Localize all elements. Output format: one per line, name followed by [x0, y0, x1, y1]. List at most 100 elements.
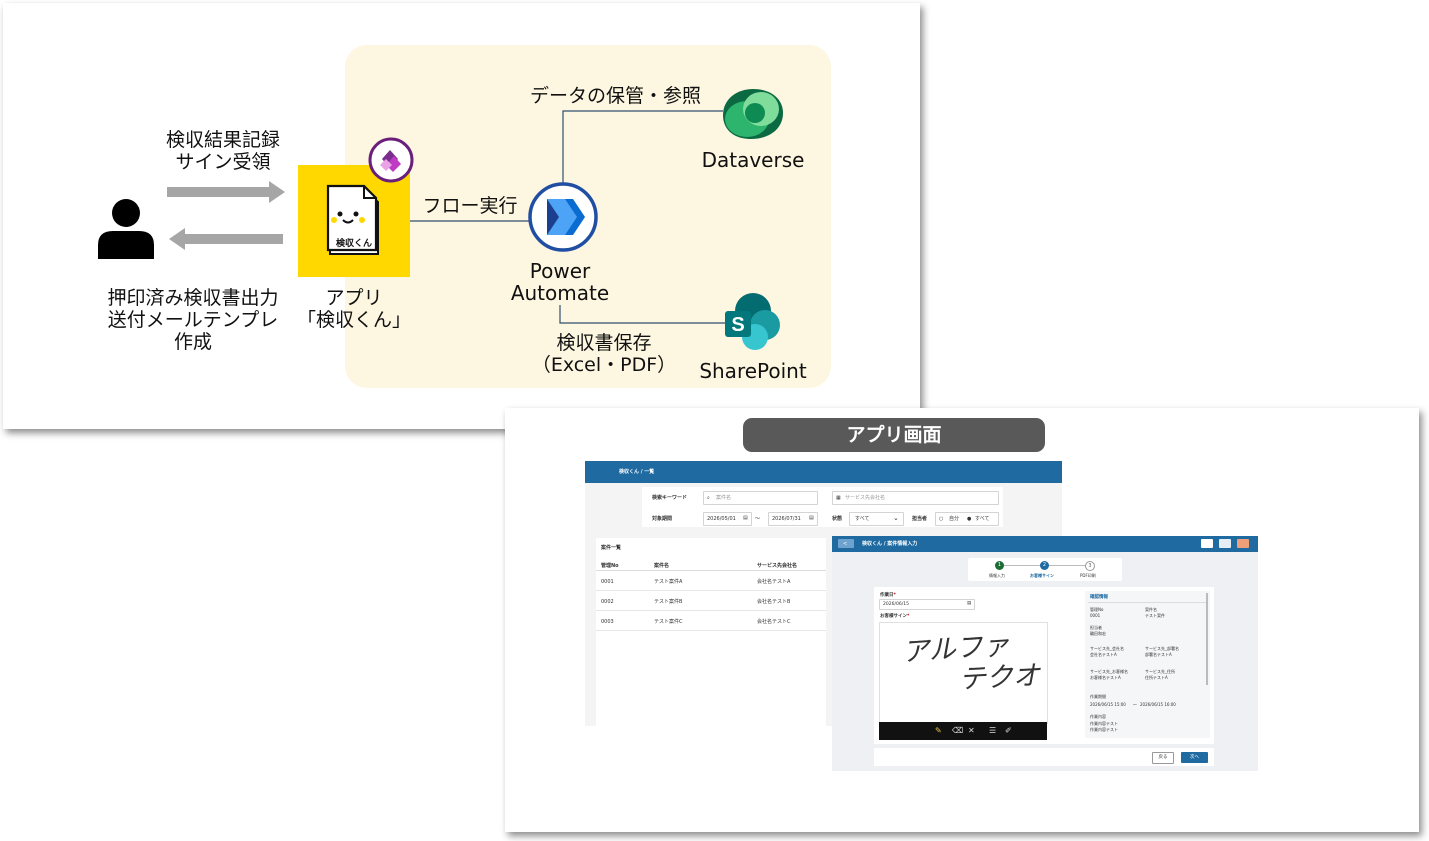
output-arrow: [169, 228, 283, 250]
dataverse-icon: [723, 89, 783, 139]
column-header-no: 管理No: [601, 563, 619, 569]
pen-settings-icon[interactable]: ✐: [1005, 727, 1012, 735]
date-from-input[interactable]: 2026/05/01 ▤: [703, 512, 752, 526]
detail-breadcrumb: 検収くん / 案件情報入力: [862, 541, 918, 547]
keyword-search-input[interactable]: ⌕ 案件名: [703, 491, 818, 505]
info-value: テスト案件: [1145, 613, 1165, 618]
power-automate-label: Power Automate: [510, 259, 610, 305]
info-value: お客様名テストA: [1090, 675, 1121, 680]
table-row[interactable]: 0001 テスト案件A 会社名テストA: [596, 571, 826, 591]
confirm-divider: [1088, 602, 1206, 603]
automate-to-sharepoint-line: [559, 305, 725, 324]
list-header: 検収くん / 一覧: [585, 461, 1062, 483]
cell-case: テスト案件B: [654, 599, 683, 605]
step-1-label: 情報入力: [989, 573, 1005, 578]
search-keyword-label: 検索キーワード: [652, 495, 688, 501]
date-from-value: 2026/05/01: [707, 516, 736, 522]
work-time-tilde: 〜: [1133, 702, 1137, 707]
dataverse-edge-label: データの保管・参照: [530, 85, 702, 107]
delete-icon[interactable]: [1237, 539, 1249, 548]
input-arrow: [167, 181, 285, 203]
confirm-title: 確認情報: [1090, 595, 1108, 600]
table-title: 案件一覧: [601, 545, 622, 551]
work-time-from: 2026/06/15 15:00: [1090, 702, 1126, 707]
next-button[interactable]: 次へ: [1181, 752, 1208, 763]
work-date-input[interactable]: 2026/06/15 ▤: [879, 599, 975, 610]
table-row[interactable]: 0003 テスト案件C 会社名テストC: [596, 611, 826, 631]
cell-company: 会社名テストC: [757, 619, 791, 625]
calendar-icon: ▤: [967, 601, 972, 606]
app-screen-title: アプリ画面: [743, 418, 1045, 452]
owner-label: 担当者: [912, 516, 928, 522]
info-scrollbar[interactable]: [1206, 593, 1208, 685]
calendar-icon: ▤: [809, 515, 814, 521]
period-label: 対象期間: [652, 516, 673, 522]
stepper: 1 2 3 情報入力 お客様サイン PDF印刷: [968, 558, 1122, 581]
line-width-icon[interactable]: ☰: [989, 727, 996, 735]
cell-company: 会社名テストA: [757, 579, 791, 585]
app-icon-text: 検収くん: [335, 239, 372, 249]
cell-no: 0001: [601, 579, 614, 585]
step-1[interactable]: 1: [995, 561, 1004, 570]
save-icon[interactable]: [1201, 539, 1213, 548]
work-time-to: 2026/06/15 16:00: [1140, 702, 1176, 707]
work-time-label: 作業期間: [1090, 694, 1106, 699]
app-screen-panel: アプリ画面 検収くん / 一覧 検索キーワード ⌕ 案件名 ▦ サービス先会社名…: [505, 408, 1419, 832]
edit-icon[interactable]: [1219, 539, 1231, 548]
svg-text:S: S: [731, 314, 744, 336]
user-input-label: 検収結果記録 サイン受領: [165, 129, 280, 173]
back-button[interactable]: 戻る: [1152, 752, 1174, 764]
info-value: 住所テストA: [1145, 675, 1168, 680]
sharepoint-icon: S: [725, 293, 780, 350]
info-value: 0001: [1090, 613, 1101, 618]
status-value: すべて: [855, 516, 870, 522]
owner-toggle[interactable]: ○ 自分 ● すべて: [935, 512, 999, 526]
column-header-case: 案件名: [654, 563, 670, 569]
user-icon: [98, 199, 154, 259]
back-arrow-icon: <: [843, 541, 848, 547]
cell-no: 0002: [601, 599, 614, 605]
signature-handwriting: アルファ テクオ: [901, 629, 1041, 696]
status-select[interactable]: すべて ⌄: [849, 512, 904, 526]
list-breadcrumb: 検収くん / 一覧: [619, 469, 655, 475]
date-tilde: 〜: [755, 516, 761, 522]
date-to-input[interactable]: 2026/07/31 ▤: [768, 512, 818, 526]
cell-company: 会社名テストB: [757, 599, 791, 605]
search-icon: ⌕: [707, 495, 710, 501]
work-date-value: 2026/06/15: [883, 602, 909, 607]
architecture-diagram-panel: 検収結果記録 サイン受領 押印済み検収書出力 送付メールテンプレ 作成 検収くん…: [3, 3, 920, 429]
power-apps-icon: [368, 137, 414, 183]
eraser-icon[interactable]: ⌫: [952, 727, 963, 735]
pen-icon[interactable]: ✎: [935, 727, 942, 735]
company-placeholder: サービス先会社名: [845, 495, 886, 501]
automate-to-dataverse-line: [562, 110, 723, 183]
clear-icon[interactable]: ✕: [968, 727, 975, 735]
step-2-label: お客様サイン: [1030, 573, 1054, 578]
detail-header: < 検収くん / 案件情報入力: [832, 536, 1258, 552]
chevron-down-icon: ⌄: [893, 514, 899, 522]
status-label: 状態: [832, 516, 843, 522]
info-value: 輪田和宏: [1090, 631, 1106, 636]
dataverse-label: Dataverse: [701, 148, 805, 172]
company-search-input[interactable]: ▦ サービス先会社名: [832, 491, 999, 505]
step-3[interactable]: 3: [1085, 561, 1095, 571]
back-arrow-button[interactable]: <: [838, 539, 854, 548]
work-content-label: 作業内容: [1090, 714, 1106, 719]
signature-pad[interactable]: アルファ テクオ: [879, 622, 1048, 724]
detail-screen: < 検収くん / 案件情報入力 1 2 3 情報入力 お客様サイン PDF印刷 …: [832, 536, 1258, 771]
info-value: 部署名テストA: [1145, 652, 1172, 657]
user-output-label: 押印済み検収書出力 送付メールテンプレ 作成: [107, 287, 279, 353]
building-icon: ▦: [836, 495, 841, 501]
step-2[interactable]: 2: [1040, 561, 1049, 570]
column-header-company: サービス先会社名: [757, 563, 798, 569]
calendar-icon: ▤: [743, 515, 748, 521]
signature-label: お客様サイン*: [880, 614, 910, 619]
step-3-label: PDF印刷: [1080, 573, 1096, 578]
cell-no: 0003: [601, 619, 614, 625]
work-content-line2: 作業内容テスト: [1090, 727, 1118, 732]
keyword-placeholder: 案件名: [716, 495, 732, 501]
table-row[interactable]: 0002 テスト案件B 会社名テストB: [596, 591, 826, 611]
info-value: 会社名テストA: [1090, 652, 1117, 657]
app-label: アプリ 「検収くん」: [296, 287, 411, 331]
signature-toolbar: ✎ ⌫ ✕ ☰ ✐: [879, 722, 1047, 740]
